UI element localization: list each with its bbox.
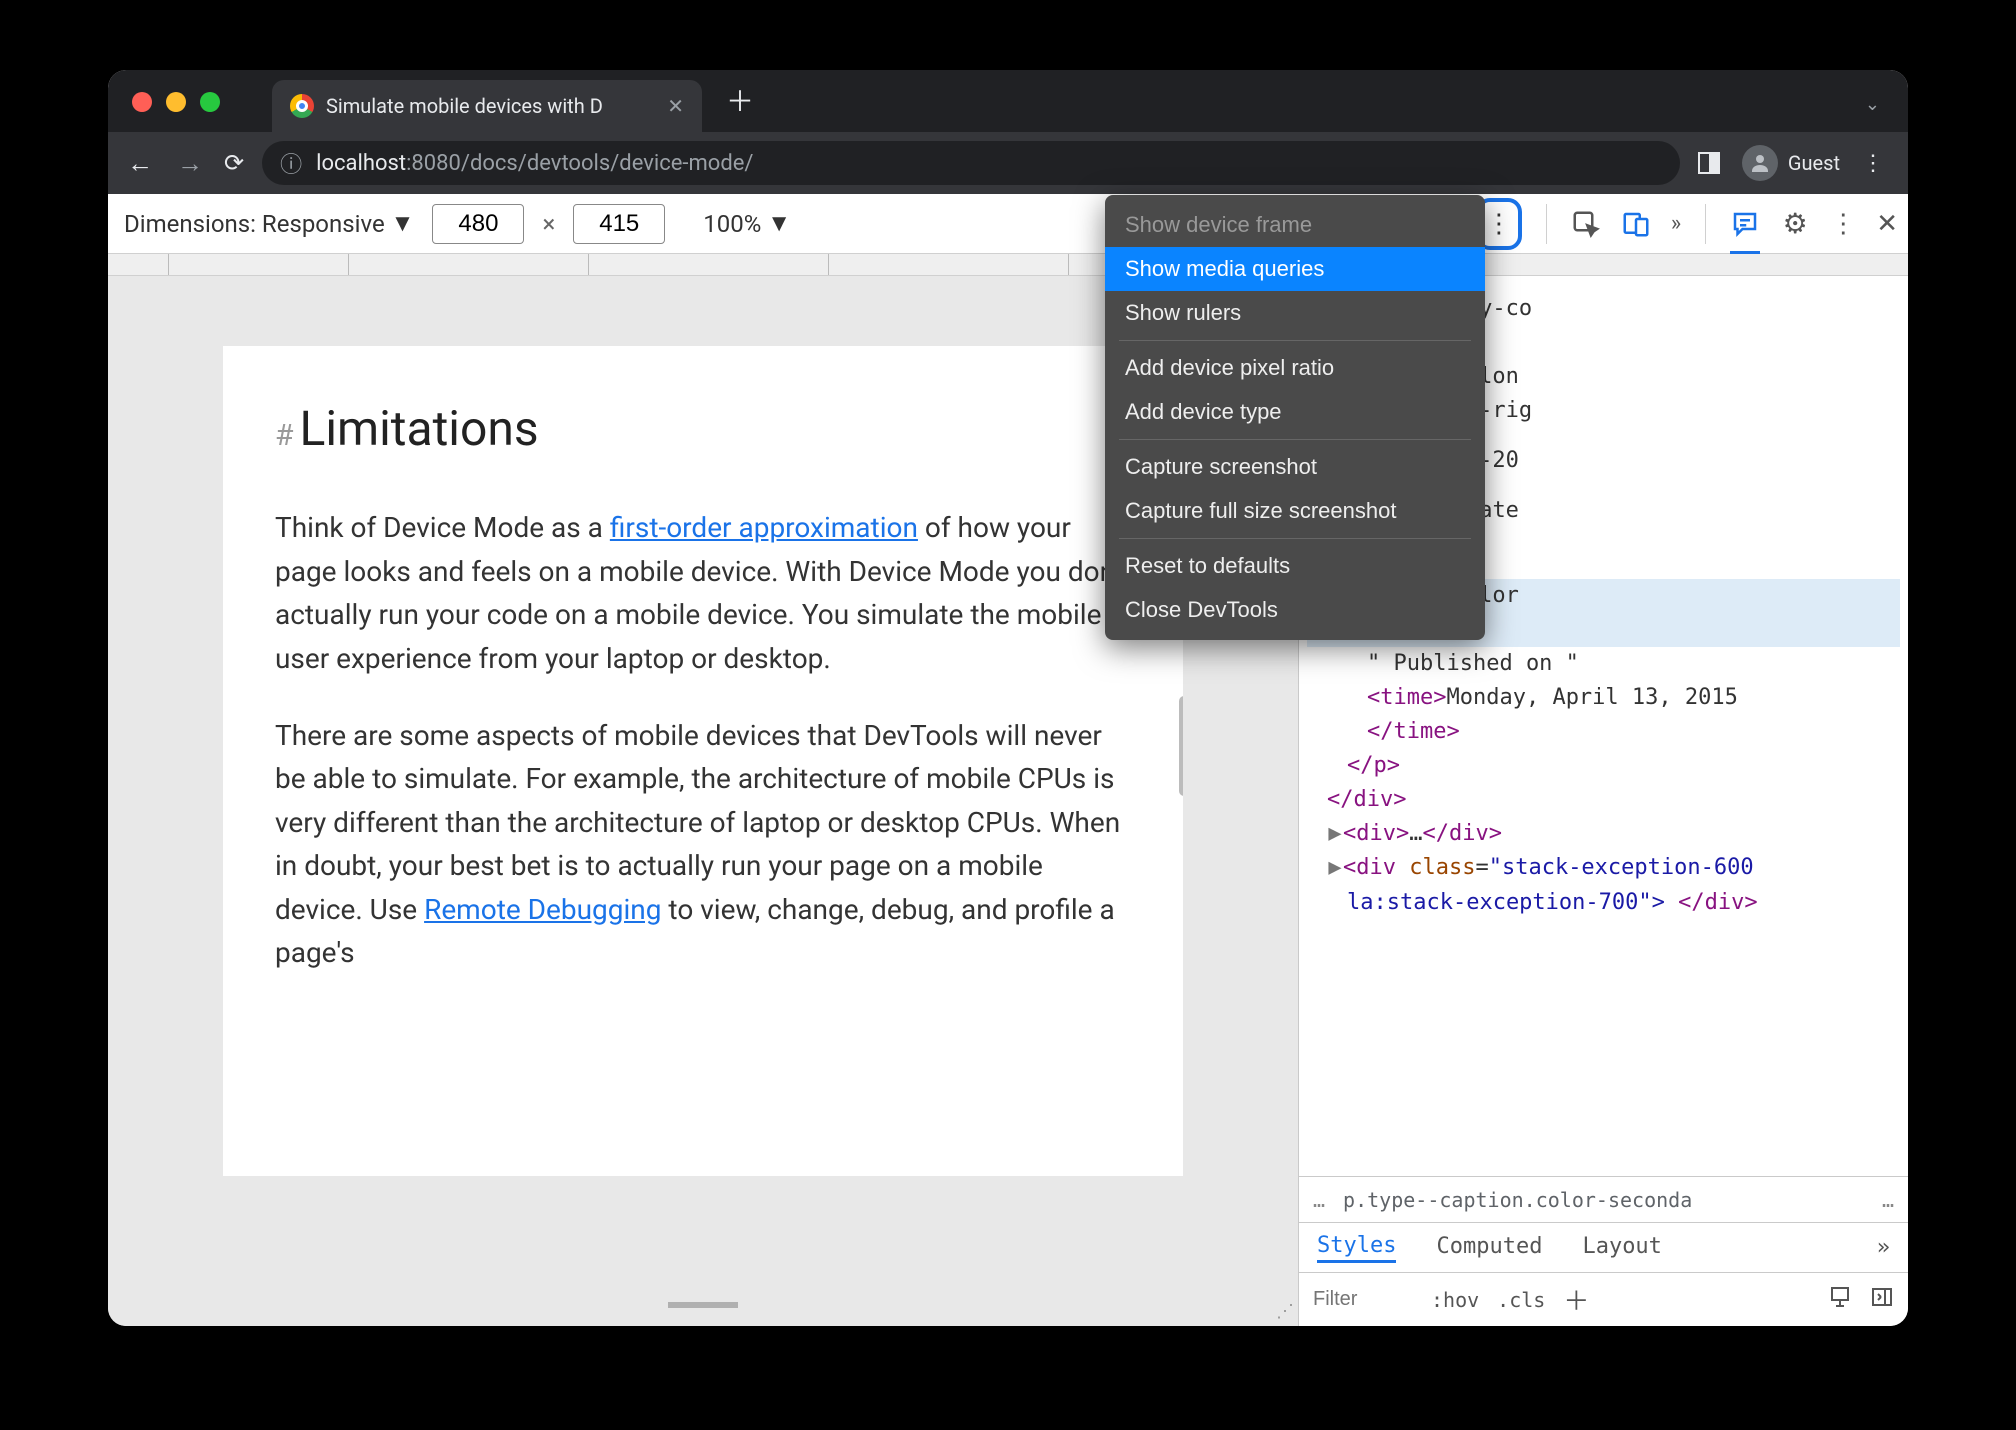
inspect-element-icon[interactable] (1571, 209, 1601, 239)
main-split: #Limitations Think of Device Mode as a f… (108, 276, 1908, 1326)
menu-capture-screenshot[interactable]: Capture screenshot (1105, 445, 1485, 489)
site-info-icon[interactable]: ⓘ (280, 147, 302, 179)
menu-close-devtools[interactable]: Close DevTools (1105, 588, 1485, 632)
resize-grip-corner[interactable]: ⋰ (1276, 1301, 1294, 1322)
device-preview-icon[interactable] (1828, 1285, 1852, 1314)
tab-layout[interactable]: Layout (1582, 1234, 1661, 1261)
back-button[interactable]: ← (124, 148, 156, 179)
breadcrumb-left-ellipsis[interactable]: … (1313, 1188, 1325, 1212)
anchor-hash[interactable]: # (275, 418, 293, 453)
page-paragraph: Think of Device Mode as a first-order ap… (275, 506, 1131, 680)
chevron-down-icon: ▼ (391, 209, 415, 238)
tab-title: Simulate mobile devices with D (326, 94, 603, 118)
kebab-icon: ⋮ (1486, 211, 1512, 237)
dimensions-dropdown[interactable]: Dimensions: Responsive ▼ (124, 209, 414, 238)
chrome-icon (290, 94, 314, 118)
styles-tabs: Styles Computed Layout » (1299, 1222, 1908, 1272)
ruler-strip (108, 254, 1908, 276)
url-port: :8080 (406, 151, 461, 176)
profile-label: Guest (1788, 151, 1840, 175)
settings-icon[interactable]: ⚙ (1780, 209, 1810, 239)
page-content: #Limitations Think of Device Mode as a f… (223, 346, 1183, 1176)
styles-filter-bar: :hov .cls ＋ (1299, 1272, 1908, 1326)
styles-filter-input[interactable] (1313, 1288, 1413, 1311)
url-path: /docs/devtools/device-mode/ (461, 151, 754, 176)
minimize-window-button[interactable] (166, 92, 186, 112)
url-input[interactable]: ⓘ localhost:8080/docs/devtools/device-mo… (262, 141, 1680, 185)
tab-close-icon[interactable]: ✕ (667, 94, 684, 118)
elements-breadcrumb[interactable]: … p.type--caption.color-seconda … (1299, 1176, 1908, 1222)
issues-icon[interactable] (1730, 209, 1760, 239)
hov-toggle[interactable]: :hov (1431, 1288, 1479, 1312)
menu-separator (1119, 340, 1471, 341)
menu-add-device-type[interactable]: Add device type (1105, 390, 1485, 434)
tabs-dropdown-icon[interactable]: ⌄ (1865, 94, 1880, 115)
browser-menu-icon[interactable]: ⋮ (1862, 151, 1884, 176)
link-remote-debugging[interactable]: Remote Debugging (424, 893, 661, 926)
new-tab-button[interactable]: ＋ (726, 80, 754, 132)
browser-window: Simulate mobile devices with D ✕ ＋ ⌄ ← →… (108, 70, 1908, 1326)
toggle-device-toolbar-icon[interactable] (1621, 209, 1651, 239)
menu-add-device-pixel-ratio[interactable]: Add device pixel ratio (1105, 346, 1485, 390)
zoom-dropdown[interactable]: 100% ▼ (703, 209, 791, 238)
page-heading: #Limitations (275, 392, 1131, 466)
toggle-sidebar-icon[interactable] (1870, 1285, 1894, 1314)
profile-avatar-icon[interactable] (1742, 145, 1778, 181)
side-panel-icon[interactable] (1698, 152, 1720, 174)
link-first-order-approximation[interactable]: first-order approximation (610, 511, 918, 544)
more-tabs-icon[interactable]: » (1877, 1235, 1890, 1260)
close-devtools-icon[interactable]: ✕ (1876, 209, 1898, 239)
menu-show-rulers[interactable]: Show rulers (1105, 291, 1485, 335)
url-host: localhost (316, 151, 406, 176)
cls-toggle[interactable]: .cls (1497, 1288, 1545, 1312)
close-window-button[interactable] (132, 92, 152, 112)
divider (1705, 204, 1706, 244)
address-bar: ← → ⟳ ⓘ localhost:8080/docs/devtools/dev… (108, 132, 1908, 194)
new-style-rule-icon[interactable]: ＋ (1563, 1281, 1589, 1318)
dimension-separator: × (542, 210, 555, 238)
menu-separator (1119, 439, 1471, 440)
menu-separator (1119, 538, 1471, 539)
chevron-down-icon: ▼ (767, 209, 791, 238)
divider (1546, 204, 1547, 244)
device-toolbar-context-menu: Show device frame Show media queries Sho… (1105, 195, 1485, 640)
device-toolbar: Dimensions: Responsive ▼ × 100% ▼ ⋮ » (108, 194, 1908, 254)
breadcrumb-selector[interactable]: p.type--caption.color-seconda (1343, 1188, 1692, 1212)
width-input[interactable] (432, 204, 524, 244)
zoom-window-button[interactable] (200, 92, 220, 112)
window-controls (132, 92, 220, 112)
reload-button[interactable]: ⟳ (224, 149, 244, 177)
titlebar: Simulate mobile devices with D ✕ ＋ ⌄ (108, 70, 1908, 132)
more-panels-icon[interactable]: » (1671, 211, 1681, 236)
resize-handle-bottom[interactable] (668, 1302, 738, 1308)
tab-computed[interactable]: Computed (1436, 1234, 1542, 1261)
browser-tab[interactable]: Simulate mobile devices with D ✕ (272, 80, 702, 132)
tab-styles[interactable]: Styles (1317, 1233, 1396, 1263)
height-input[interactable] (573, 204, 665, 244)
menu-show-device-frame: Show device frame (1105, 203, 1485, 247)
forward-button[interactable]: → (174, 148, 206, 179)
menu-show-media-queries[interactable]: Show media queries (1105, 247, 1485, 291)
menu-reset-to-defaults[interactable]: Reset to defaults (1105, 544, 1485, 588)
page-paragraph: There are some aspects of mobile devices… (275, 714, 1131, 974)
devtools-menu-icon[interactable]: ⋮ (1830, 211, 1856, 237)
menu-capture-full-size-screenshot[interactable]: Capture full size screenshot (1105, 489, 1485, 533)
page-scrollbar[interactable] (1179, 696, 1183, 796)
breadcrumb-right-ellipsis[interactable]: … (1882, 1188, 1894, 1212)
address-bar-right: Guest ⋮ (1698, 145, 1892, 181)
